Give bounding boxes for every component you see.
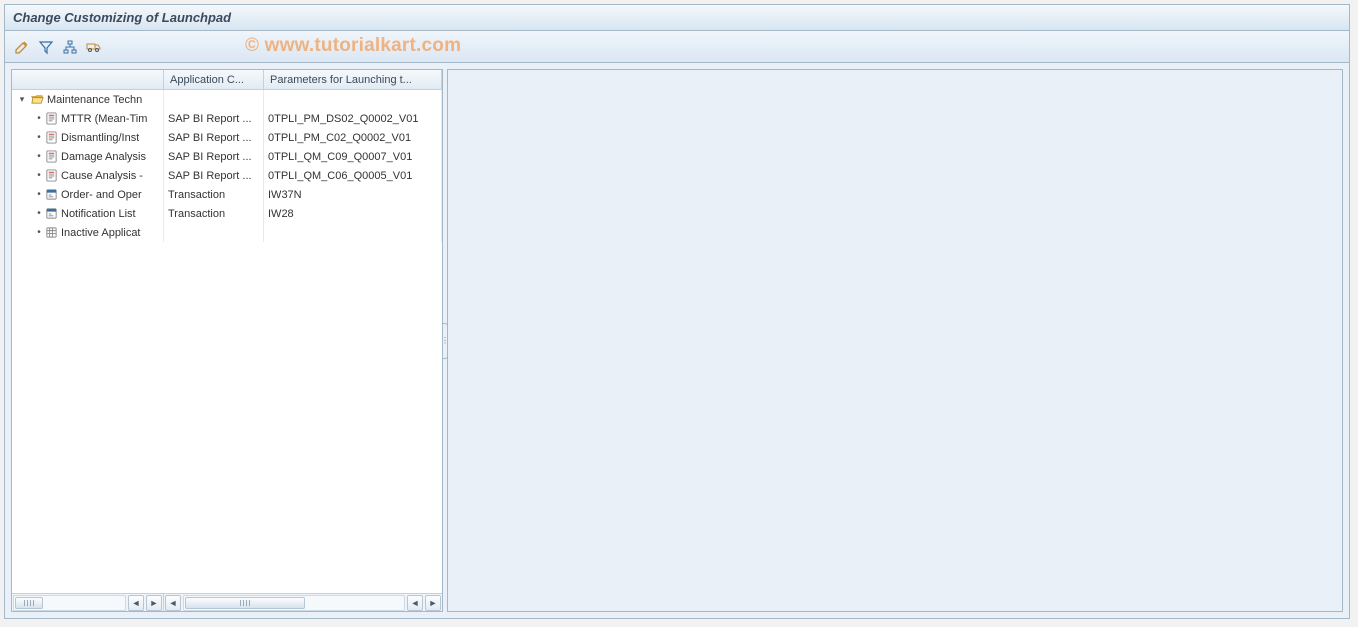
tree-row[interactable]: • Damage Analysis SAP BI Report ... 0TPL… xyxy=(12,147,442,166)
tree-row[interactable]: • Dismantling/Inst SAP BI Report ... 0TP… xyxy=(12,128,442,147)
folder-open-icon xyxy=(30,93,44,107)
tree-item-params: 0TPLI_QM_C06_Q0005_V01 xyxy=(264,166,442,185)
toolbar-activate-button[interactable] xyxy=(59,36,81,58)
content-area: Application C... Parameters for Launchin… xyxy=(5,63,1349,618)
scroll-left-button[interactable]: ◄ xyxy=(165,595,181,611)
tree-row[interactable]: • MTTR (Mean-Tim SAP BI Report ... 0TPLI… xyxy=(12,109,442,128)
tree-root-label: Maintenance Techn xyxy=(47,94,142,106)
tree-root-appcat xyxy=(164,90,264,109)
tree-item-appcat: SAP BI Report ... xyxy=(164,109,264,128)
page-title: Change Customizing of Launchpad xyxy=(13,10,231,25)
scroll-left-button[interactable]: ◄ xyxy=(128,595,144,611)
tree-item-label: Damage Analysis xyxy=(61,151,146,163)
tree-root-params xyxy=(264,90,442,109)
tree-item-appcat: SAP BI Report ... xyxy=(164,147,264,166)
tree-item-cell: • Inactive Applicat xyxy=(12,223,164,242)
leaf-bullet-icon: • xyxy=(34,113,44,124)
leaf-bullet-icon: • xyxy=(34,208,44,219)
tree-item-cell: • Dismantling/Inst xyxy=(12,128,164,147)
tree-hscroll-left[interactable]: ◄ ► xyxy=(12,594,164,611)
tree-item-label: MTTR (Mean-Tim xyxy=(61,113,147,125)
tree-item-params: IW37N xyxy=(264,185,442,204)
tree-root-cell: ▾ Maintenance Techn xyxy=(12,90,164,109)
toolbar-edit-button[interactable] xyxy=(11,36,33,58)
leaf-bullet-icon: • xyxy=(34,151,44,162)
tree-item-params: 0TPLI_PM_DS02_Q0002_V01 xyxy=(264,109,442,128)
funnel-check-icon xyxy=(38,39,54,55)
scrollbar-track[interactable] xyxy=(13,595,126,611)
scrollbar-track[interactable] xyxy=(183,595,405,611)
expand-toggle-icon[interactable]: ▾ xyxy=(16,94,28,106)
tree-root-row[interactable]: ▾ Maintenance Techn xyxy=(12,90,442,109)
tree-item-appcat xyxy=(164,223,264,242)
detail-panel: ⋮ xyxy=(447,69,1343,612)
leaf-bullet-icon: • xyxy=(34,189,44,200)
leaf-bullet-icon: • xyxy=(34,132,44,143)
tree-item-label: Cause Analysis - xyxy=(61,170,143,182)
tree-item-appcat: Transaction xyxy=(164,204,264,223)
tree-item-appcat: SAP BI Report ... xyxy=(164,128,264,147)
column-header-tree[interactable] xyxy=(12,70,164,89)
tree-item-cell: • Cause Analysis - xyxy=(12,166,164,185)
tree-item-params: 0TPLI_QM_C09_Q0007_V01 xyxy=(264,147,442,166)
toolbar-check-button[interactable] xyxy=(35,36,57,58)
report-icon xyxy=(44,169,58,183)
tree-item-label: Order- and Oper xyxy=(61,189,142,201)
tree-row[interactable]: • Inactive Applicat xyxy=(12,223,442,242)
scroll-right-button[interactable]: ► xyxy=(425,595,441,611)
tree-item-label: Notification List xyxy=(61,208,136,220)
tree-row[interactable]: • Notification List Transaction IW28 xyxy=(12,204,442,223)
leaf-bullet-icon: • xyxy=(34,170,44,181)
transaction-icon xyxy=(44,188,58,202)
tree-hscroll-strip: ◄ ► ◄ ◄ ► xyxy=(12,593,442,611)
transaction-icon xyxy=(44,207,58,221)
leaf-bullet-icon: • xyxy=(34,227,44,238)
tree-row[interactable]: • Order- and Oper Transaction IW37N xyxy=(12,185,442,204)
report-icon xyxy=(44,112,58,126)
tree-item-params xyxy=(264,223,442,242)
tree-item-cell: • Damage Analysis xyxy=(12,147,164,166)
hierarchy-icon xyxy=(62,39,78,55)
scroll-left-button[interactable]: ◄ xyxy=(407,595,423,611)
watermark-text: © www.tutorialkart.com xyxy=(245,35,461,57)
tree-item-appcat: SAP BI Report ... xyxy=(164,166,264,185)
scrollbar-thumb[interactable] xyxy=(185,597,305,609)
toolbar: © www.tutorialkart.com xyxy=(5,31,1349,63)
column-header-appcat[interactable]: Application C... xyxy=(164,70,264,89)
splitter-handle[interactable]: ⋮ xyxy=(443,323,448,359)
column-header-params[interactable]: Parameters for Launching t... xyxy=(264,70,442,89)
tree-panel: Application C... Parameters for Launchin… xyxy=(11,69,443,612)
tree-item-cell: • MTTR (Mean-Tim xyxy=(12,109,164,128)
tree-item-params: IW28 xyxy=(264,204,442,223)
report-icon xyxy=(44,131,58,145)
tree-item-cell: • Notification List xyxy=(12,204,164,223)
inactive-folder-icon xyxy=(44,226,58,240)
report-icon xyxy=(44,150,58,164)
toolbar-transport-button[interactable] xyxy=(83,36,105,58)
tree-item-params: 0TPLI_PM_C02_Q0002_V01 xyxy=(264,128,442,147)
tree-body: ▾ Maintenance Techn • MTT xyxy=(12,90,442,593)
tree-item-cell: • Order- and Oper xyxy=(12,185,164,204)
tree-item-label: Dismantling/Inst xyxy=(61,132,139,144)
pencil-icon xyxy=(14,39,30,55)
tree-item-appcat: Transaction xyxy=(164,185,264,204)
tree-hscroll-right[interactable]: ◄ ◄ ► xyxy=(164,594,442,611)
tree-row[interactable]: • Cause Analysis - SAP BI Report ... 0TP… xyxy=(12,166,442,185)
scrollbar-thumb[interactable] xyxy=(15,597,43,609)
tree-header-row: Application C... Parameters for Launchin… xyxy=(12,70,442,90)
truck-icon xyxy=(86,39,102,55)
scroll-right-button[interactable]: ► xyxy=(146,595,162,611)
title-bar: Change Customizing of Launchpad xyxy=(5,5,1349,31)
app-window: Change Customizing of Launchpad © www.tu… xyxy=(4,4,1350,619)
tree-item-label: Inactive Applicat xyxy=(61,227,141,239)
